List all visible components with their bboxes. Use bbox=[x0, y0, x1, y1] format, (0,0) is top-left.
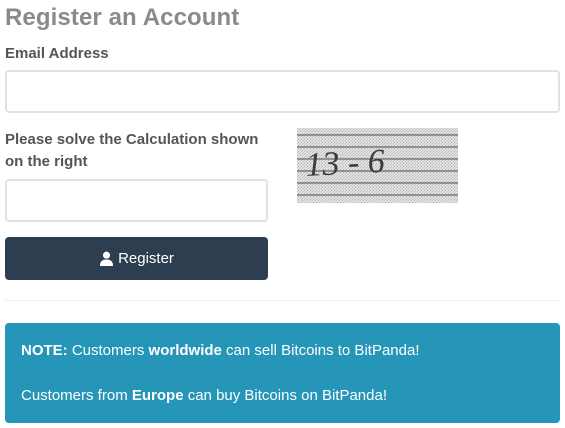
register-page: Register an Account Email Address Please… bbox=[0, 0, 565, 428]
calculation-field[interactable] bbox=[5, 179, 268, 222]
note-text: can sell Bitcoins to BitPanda! bbox=[221, 342, 420, 359]
email-label: Email Address bbox=[5, 45, 109, 62]
page-title: Register an Account bbox=[5, 4, 240, 31]
divider bbox=[5, 300, 560, 301]
note-text: Customers bbox=[67, 342, 149, 359]
note-line-buy: Customers from Europe can buy Bitcoins o… bbox=[21, 387, 387, 404]
note-emphasis-europe: Europe bbox=[131, 387, 184, 404]
register-button[interactable]: Register bbox=[5, 237, 268, 280]
calculation-label: Please solve the Calculation shown on th… bbox=[5, 131, 259, 170]
captcha-image: 13 - 6 bbox=[297, 128, 458, 203]
info-note: NOTE: Customers worldwide can sell Bitco… bbox=[5, 323, 560, 423]
note-text: Customers from bbox=[21, 387, 132, 404]
email-field[interactable] bbox=[5, 70, 560, 113]
captcha-text: 13 - 6 bbox=[304, 143, 385, 184]
note-line-sell: NOTE: Customers worldwide can sell Bitco… bbox=[21, 342, 419, 359]
note-text: can buy Bitcoins on BitPanda! bbox=[183, 387, 388, 404]
captcha-graphic: 13 - 6 bbox=[297, 128, 458, 203]
note-prefix: NOTE: bbox=[21, 342, 68, 359]
note-emphasis-worldwide: worldwide bbox=[148, 342, 222, 359]
register-button-label: Register bbox=[118, 250, 174, 267]
user-icon bbox=[99, 251, 114, 266]
